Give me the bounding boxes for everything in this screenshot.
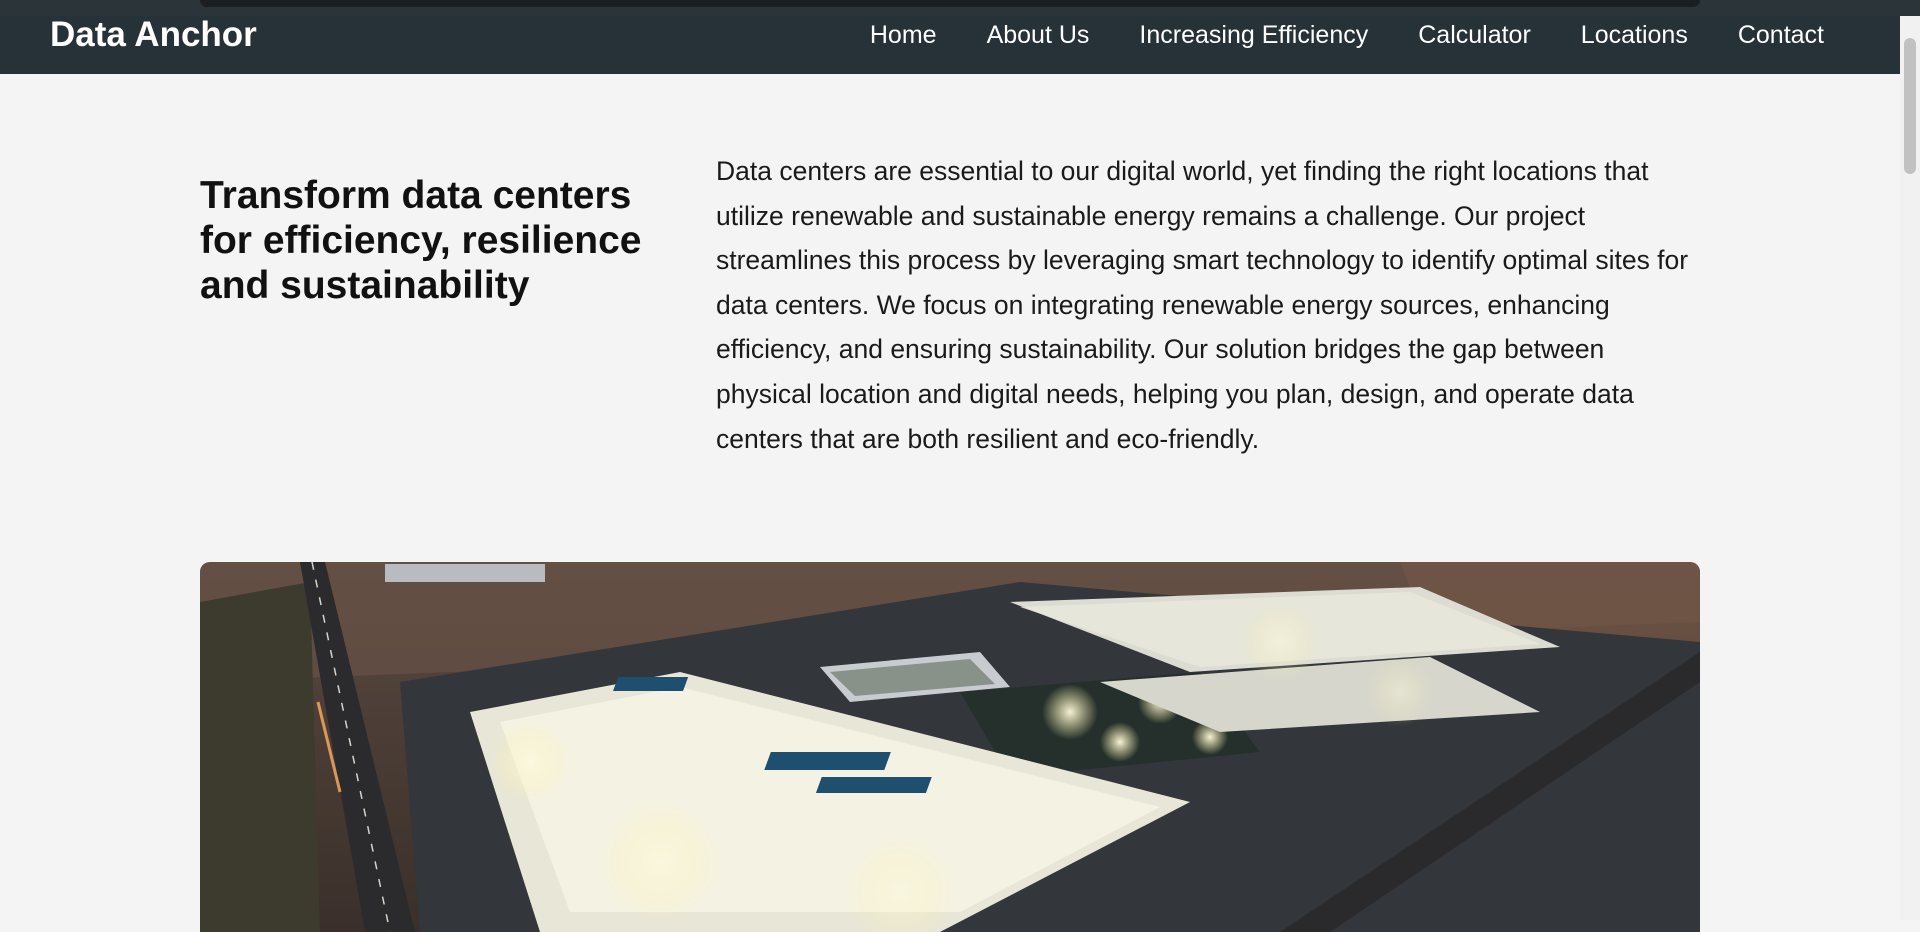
brand-logo[interactable]: Data Anchor (50, 16, 257, 54)
nav-locations-link[interactable]: Locations (1581, 16, 1688, 54)
data-center-aerial-photo (200, 562, 1700, 932)
nav-calculator-link[interactable]: Calculator (1418, 16, 1531, 54)
scrollbar-thumb[interactable] (1904, 38, 1916, 174)
nav-contact-link[interactable]: Contact (1738, 16, 1824, 54)
page-scrollbar[interactable] (1900, 16, 1920, 920)
main-nav: Home About Us Increasing Efficiency Calc… (870, 16, 1824, 54)
browser-top-bar (200, 0, 1700, 7)
hero-description: Data centers are essential to our digita… (716, 156, 1689, 454)
hero-title: Transform data centers for efficiency, r… (200, 174, 642, 307)
nav-about-us-link[interactable]: About Us (987, 16, 1090, 54)
nav-home-link[interactable]: Home (870, 16, 937, 54)
browser-top-strip (0, 0, 1920, 16)
nav-increasing-efficiency-link[interactable]: Increasing Efficiency (1139, 16, 1368, 54)
navbar: Data Anchor Home About Us Increasing Eff… (0, 16, 1900, 74)
